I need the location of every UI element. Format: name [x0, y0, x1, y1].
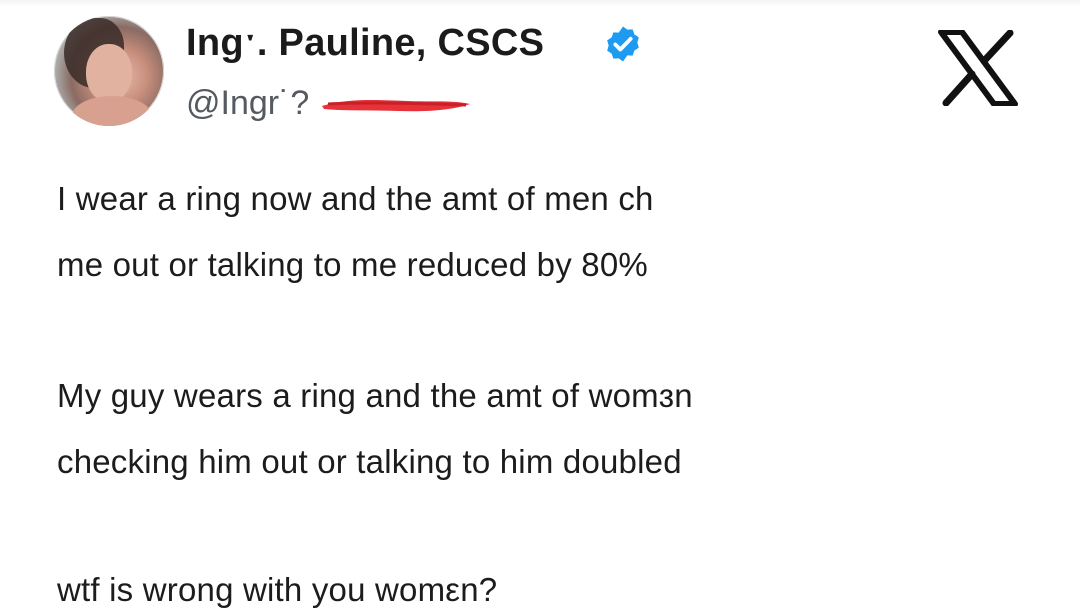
avatar-shoulder	[72, 96, 152, 126]
display-name[interactable]: Ingˑ. Pauline, CSCS	[186, 22, 544, 65]
verified-badge-icon	[607, 26, 639, 62]
tweet-text-line: checking him out or talking to him doubl…	[57, 443, 682, 480]
x-logo-icon[interactable]	[938, 30, 1018, 106]
tweet-text-line: I wear a ring now and the amt of men ch	[57, 180, 654, 217]
avatar-face	[86, 44, 132, 102]
redaction-scribble	[322, 100, 470, 112]
tweet-text-line: me out or talking to me reduced by 80%	[57, 246, 648, 283]
avatar[interactable]	[54, 16, 164, 126]
user-handle[interactable]: @Ingr˙?	[186, 84, 309, 123]
tweet-text-line: wtf is wrong with you womεn?	[57, 571, 498, 608]
tweet-text-line: My guy wears a ring and the amt of womɜn	[57, 377, 693, 414]
tweet-card: Ingˑ. Pauline, CSCS @Ingr˙? I wear a rin…	[0, 0, 1080, 616]
